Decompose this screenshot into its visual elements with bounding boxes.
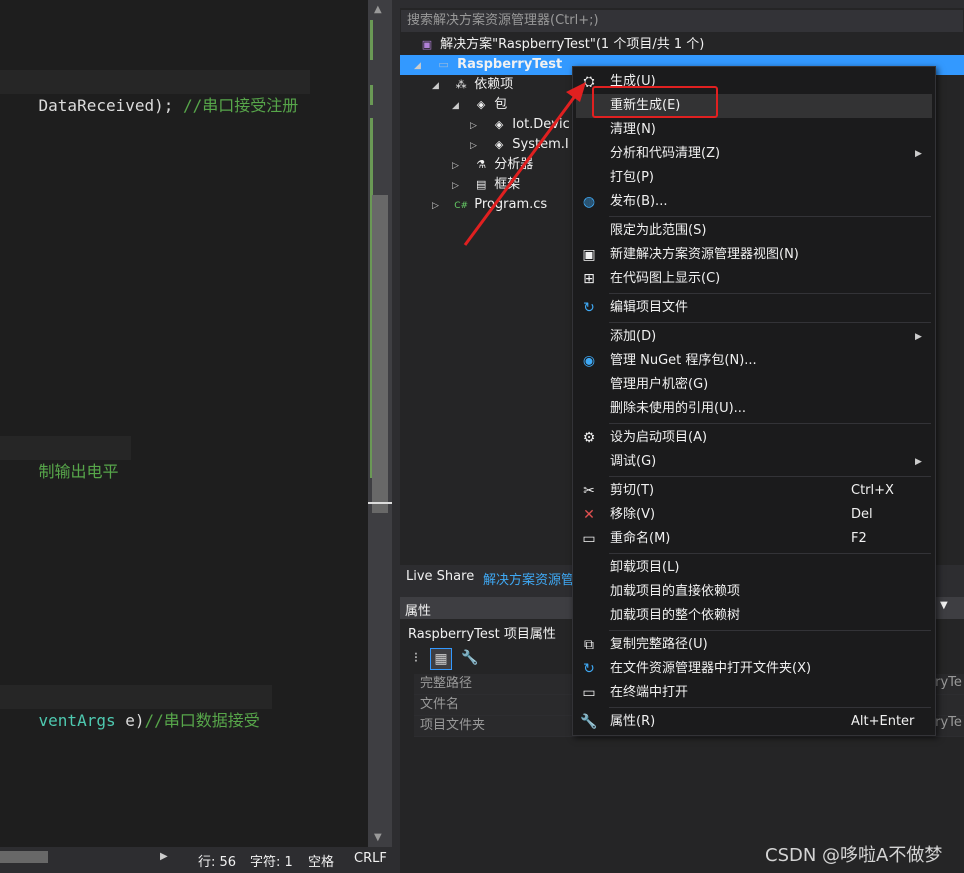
arrow-head-icon xyxy=(566,82,586,102)
annotation-arrow xyxy=(463,82,586,246)
arrow-shaft xyxy=(463,91,580,246)
